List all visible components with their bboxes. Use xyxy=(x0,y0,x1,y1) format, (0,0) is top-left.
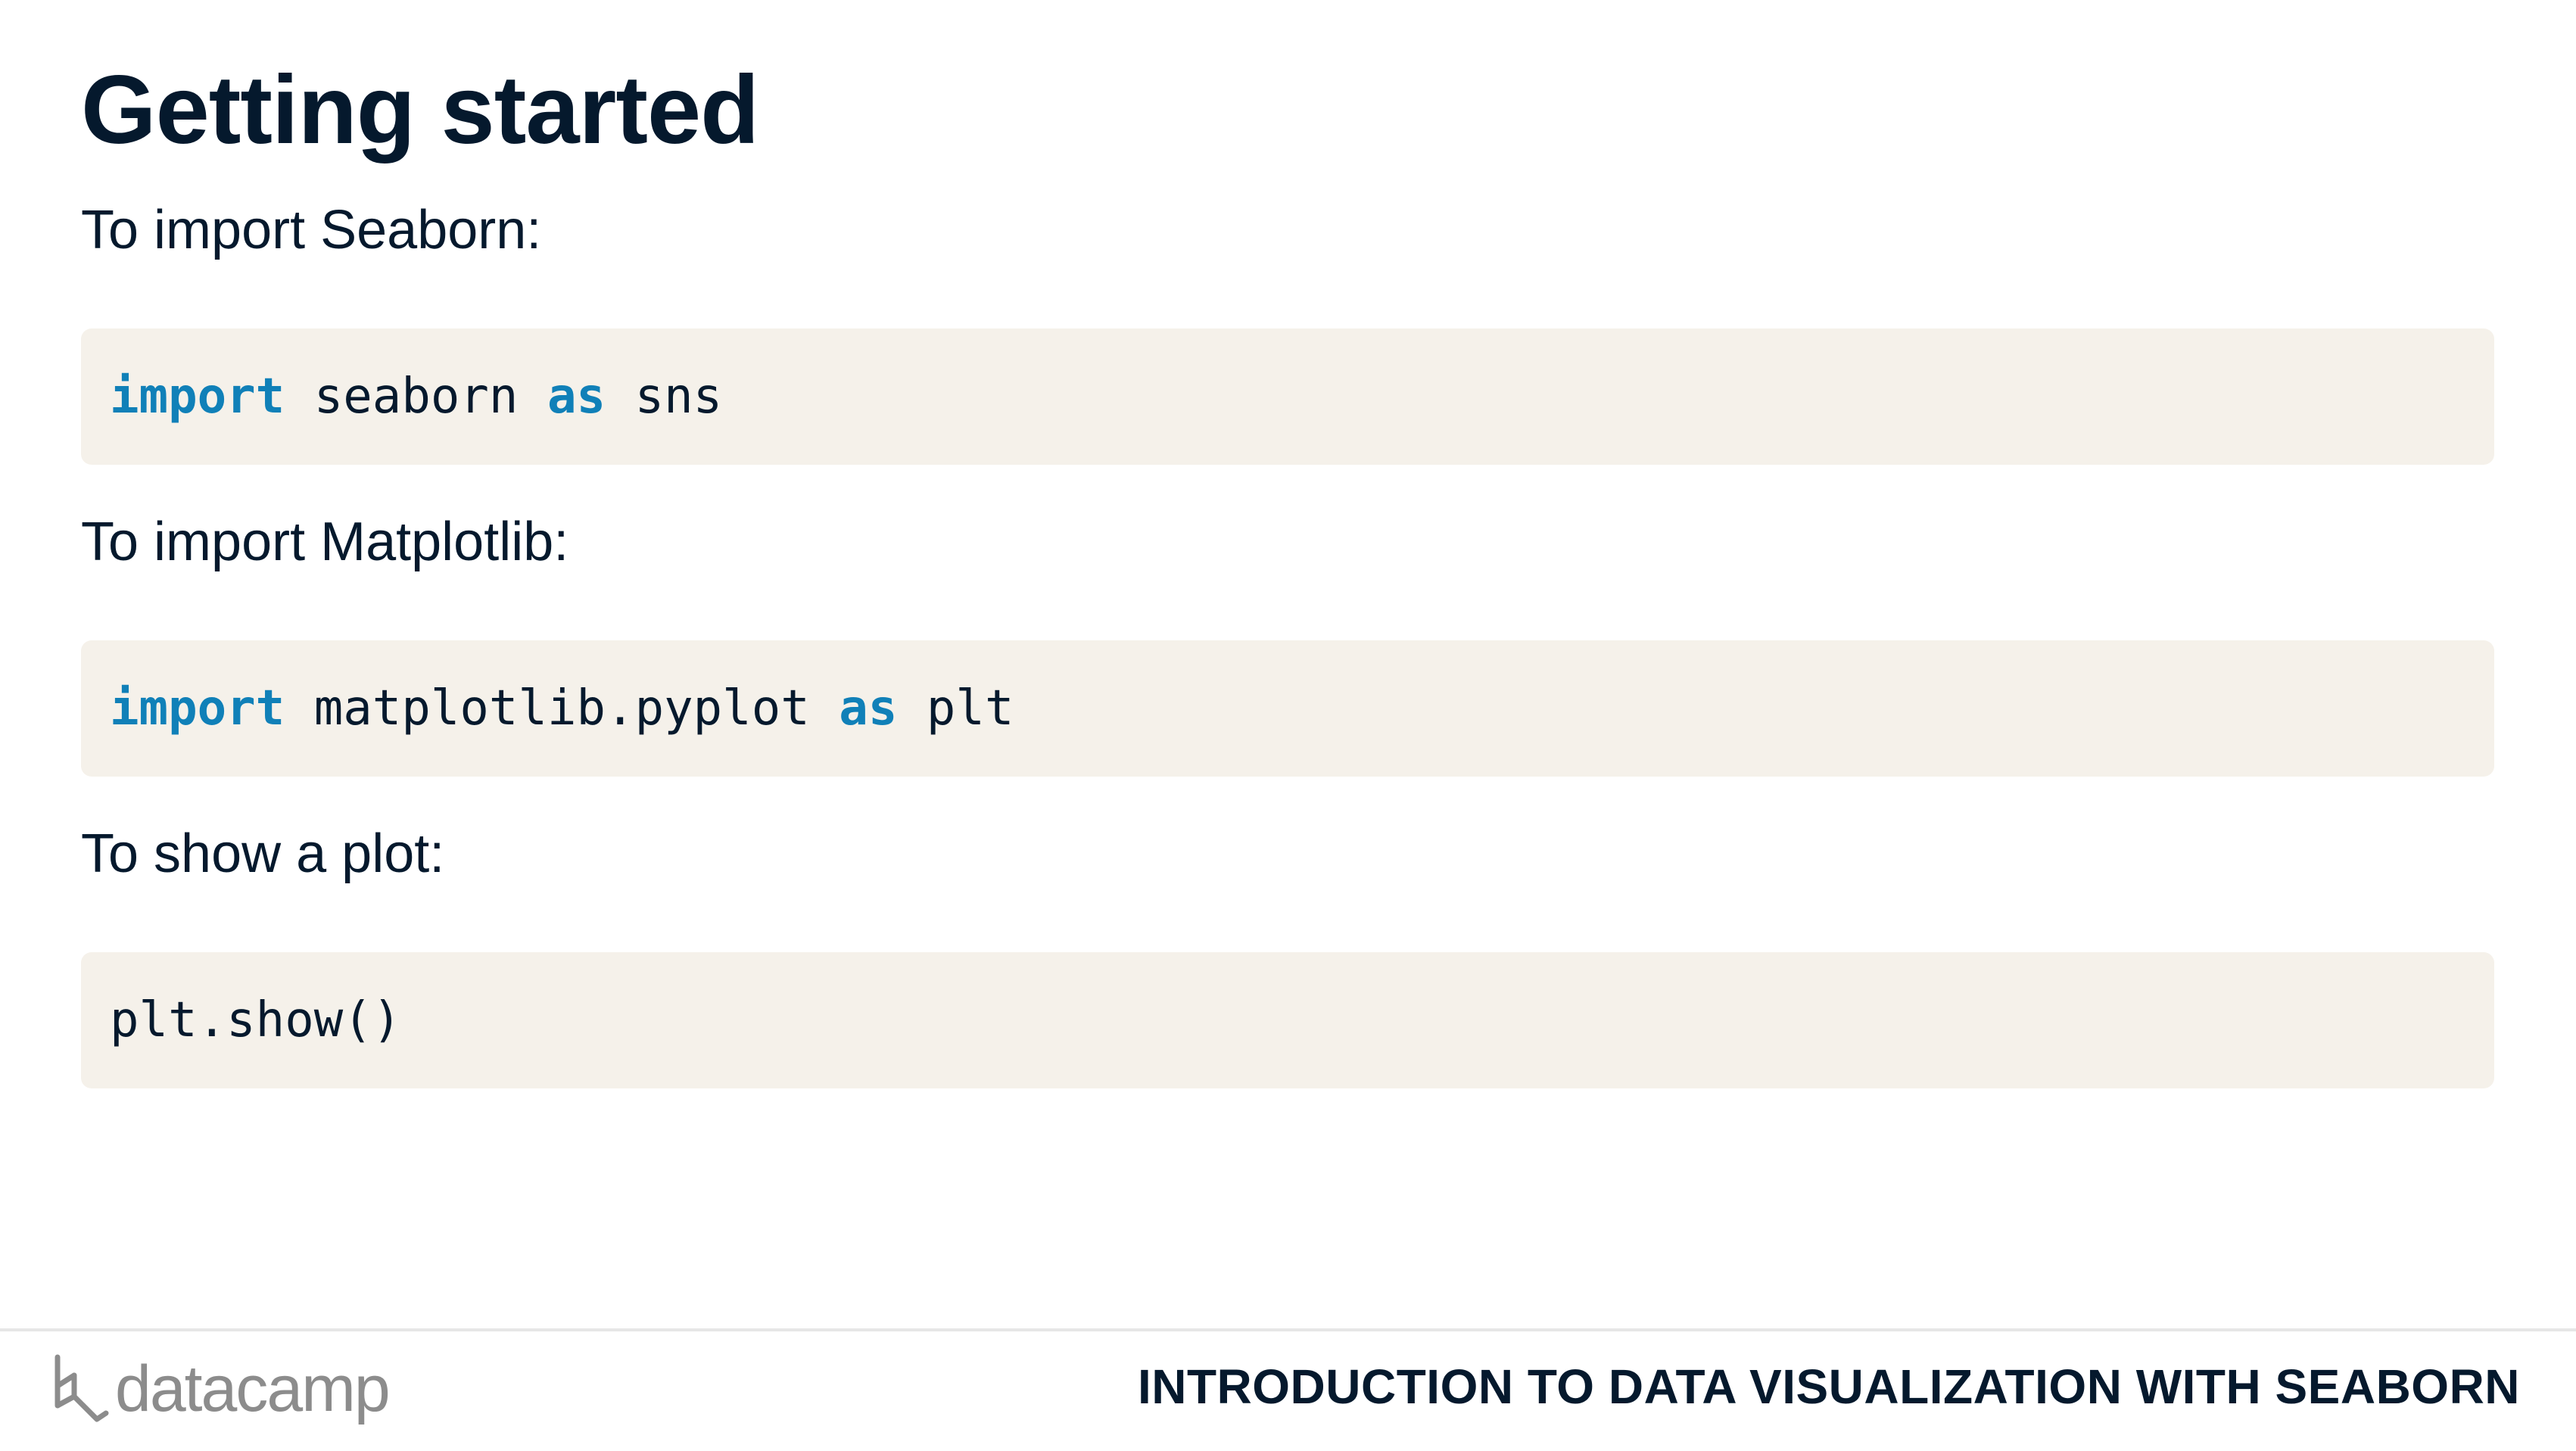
code-keyword: as xyxy=(839,680,898,736)
code-text: matplotlib.pyplot xyxy=(285,680,839,736)
code-text: plt xyxy=(897,680,1014,736)
datacamp-logo-icon xyxy=(55,1354,109,1422)
code-keyword: import xyxy=(110,369,285,425)
section-label-seaborn: To import Seaborn: xyxy=(81,200,542,260)
slide-title: Getting started xyxy=(81,56,759,164)
datacamp-wordmark: datacamp xyxy=(115,1353,391,1425)
code-block-matplotlib-import: import matplotlib.pyplot as plt xyxy=(81,640,2494,777)
code-keyword: import xyxy=(110,680,285,736)
code-keyword: as xyxy=(547,369,606,425)
code-text: sns xyxy=(606,369,723,425)
code-block-seaborn-import: import seaborn as sns xyxy=(81,328,2494,465)
section-label-show-plot: To show a plot: xyxy=(81,824,445,884)
datacamp-logo: datacamp xyxy=(51,1351,391,1427)
course-title: INTRODUCTION TO DATA VISUALIZATION WITH … xyxy=(1137,1359,2520,1414)
section-label-matplotlib: To import Matplotlib: xyxy=(81,512,569,572)
footer-divider xyxy=(0,1328,2576,1331)
code-text: plt.show() xyxy=(110,992,402,1048)
code-block-show-plot: plt.show() xyxy=(81,952,2494,1088)
code-text: seaborn xyxy=(285,369,547,425)
